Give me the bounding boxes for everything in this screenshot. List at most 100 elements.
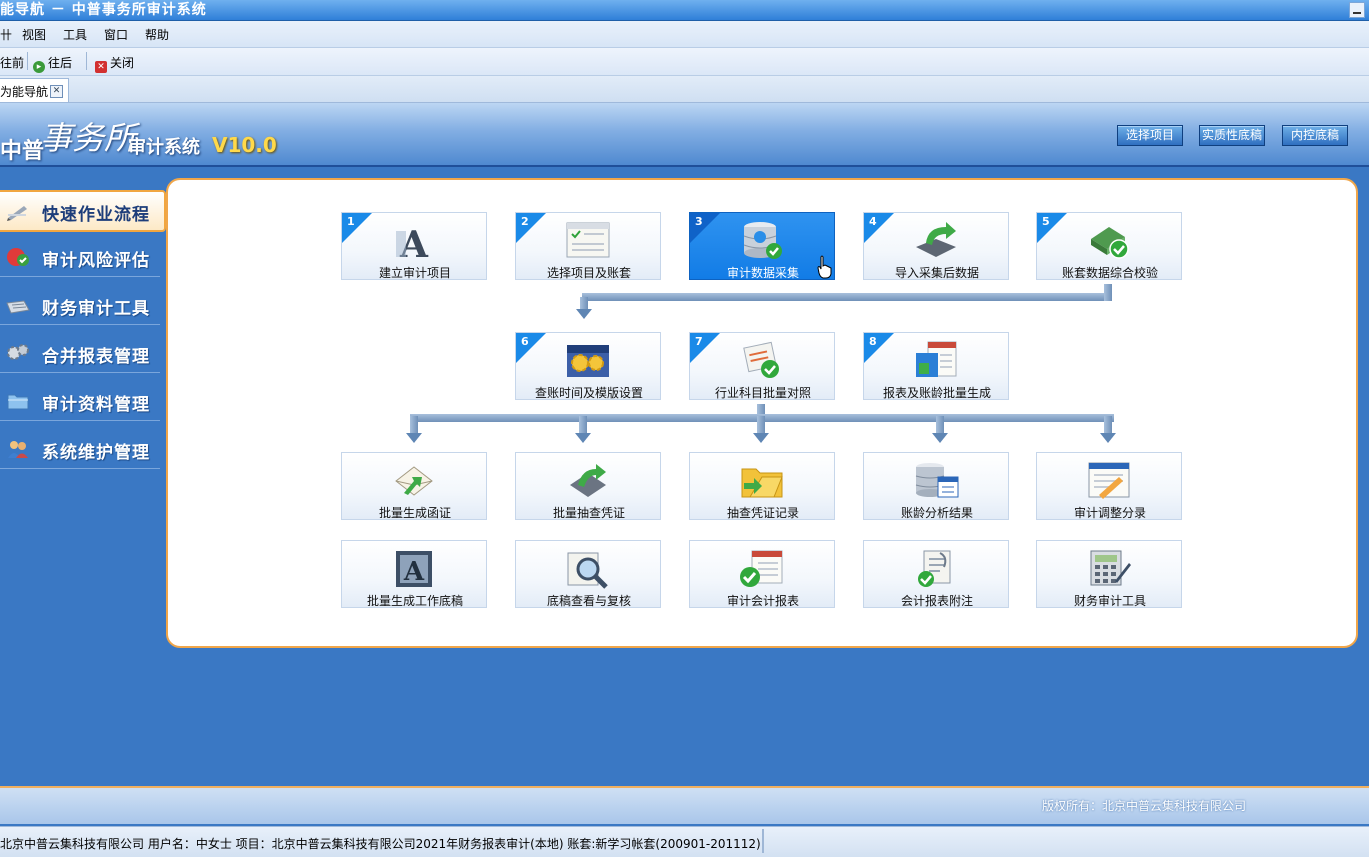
step-number: 1 <box>347 215 355 228</box>
flow-arrow <box>932 433 948 443</box>
flow-connector <box>1104 284 1112 301</box>
back-button[interactable]: 往前 <box>0 54 24 71</box>
flow-connector <box>410 416 418 433</box>
sidebar-item-consolidated-reports[interactable]: 合并报表管理 <box>0 334 160 373</box>
step-label: 行业科目批量对照 <box>714 386 811 400</box>
gears-icon <box>7 344 29 360</box>
status-bar: 北京中普云集科技有限公司 用户名：中女士 项目：北京中普云集科技有限公司2021… <box>0 826 1369 857</box>
flow-arrow <box>753 433 769 443</box>
forward-label: 往后 <box>48 56 73 70</box>
window-title: 能导航 － 中普事务所审计系统 <box>0 2 207 18</box>
tool-review-workpapers[interactable]: 底稿查看与复核 <box>515 540 661 608</box>
logo-zhongpu: 中普 <box>0 138 45 164</box>
flow-arrow <box>1100 433 1116 443</box>
tool-label: 账龄分析结果 <box>900 506 973 520</box>
tool-label: 批量生成函证 <box>378 506 451 520</box>
sidebar-item-audit-materials[interactable]: 审计资料管理 <box>0 382 160 421</box>
toolbar-separator <box>27 52 28 70</box>
tool-label: 批量抽查凭证 <box>552 506 625 520</box>
menu-tools[interactable]: 工具 <box>63 26 87 43</box>
calculator-icon <box>1090 550 1131 586</box>
tool-label: 批量生成工作底稿 <box>366 594 463 608</box>
step-4-import-data[interactable]: 4 导入采集后数据 <box>863 212 1009 280</box>
step-number: 2 <box>521 215 529 228</box>
hand-cursor-icon <box>817 255 832 279</box>
menu-help[interactable]: 帮助 <box>145 26 169 43</box>
flow-connector <box>936 416 944 433</box>
keyboard-icon <box>6 300 30 314</box>
step-number: 6 <box>521 335 529 348</box>
menu-window[interactable]: 窗口 <box>104 26 128 43</box>
step-2-select-project-account[interactable]: 2 选择项目及账套 <box>515 212 661 280</box>
tool-audit-adjustments[interactable]: 审计调整分录 <box>1036 452 1182 520</box>
status-text: 北京中普云集科技有限公司 用户名：中女士 项目：北京中普云集科技有限公司2021… <box>0 837 761 851</box>
step-label: 选择项目及账套 <box>546 266 631 280</box>
forward-button[interactable]: ▸ 往后 <box>33 54 72 73</box>
tab-close-icon[interactable]: ✕ <box>50 85 63 98</box>
step-7-industry-account-mapping[interactable]: 7 行业科目批量对照 <box>689 332 835 400</box>
tool-label: 财务审计工具 <box>1073 594 1146 608</box>
step-label: 审计数据采集 <box>726 266 799 280</box>
sidebar-item-financial-tools[interactable]: 财务审计工具 <box>0 286 160 325</box>
copyright-text: 版权所有：北京中普云集科技有限公司 <box>1042 799 1247 813</box>
step-number: 4 <box>869 215 877 228</box>
tool-audit-statements[interactable]: 审计会计报表 <box>689 540 835 608</box>
sidebar-label: 审计资料管理 <box>42 395 150 415</box>
minimize-button[interactable] <box>1349 2 1365 18</box>
tool-label: 底稿查看与复核 <box>546 594 631 608</box>
tool-aging-analysis[interactable]: 账龄分析结果 <box>863 452 1009 520</box>
select-project-button[interactable]: 选择项目 <box>1117 125 1183 146</box>
step-1-create-project[interactable]: 1 A 建立审计项目 <box>341 212 487 280</box>
check-window-icon <box>740 550 783 587</box>
tool-financial-audit-tools[interactable]: 财务审计工具 <box>1036 540 1182 608</box>
title-bar: 能导航 － 中普事务所审计系统 <box>0 0 1369 21</box>
tool-statement-notes[interactable]: 会计报表附注 <box>863 540 1009 608</box>
book-a-icon: A <box>396 551 432 587</box>
tool-label: 审计调整分录 <box>1073 506 1146 520</box>
flow-connector <box>580 297 588 309</box>
tool-generate-confirmations[interactable]: 批量生成函证 <box>341 452 487 520</box>
database-table-icon <box>915 463 959 498</box>
notes-check-icon <box>918 550 951 587</box>
tool-voucher-check-records[interactable]: 抽查凭证记录 <box>689 452 835 520</box>
menu-bar: 卄 视图 工具 窗口 帮助 <box>0 21 1369 48</box>
step-6-time-template-settings[interactable]: 6 查账时间及模版设置 <box>515 332 661 400</box>
tool-label: 抽查凭证记录 <box>726 506 799 520</box>
magnifier-icon <box>567 552 608 589</box>
logo-version: V10.0 <box>212 133 277 157</box>
internal-control-workpaper-button[interactable]: 内控底稿 <box>1282 125 1348 146</box>
tool-batch-check-vouchers[interactable]: 批量抽查凭证 <box>515 452 661 520</box>
close-button[interactable]: ✕ 关闭 <box>95 54 134 73</box>
tool-generate-workpapers[interactable]: A 批量生成工作底稿 <box>341 540 487 608</box>
letter-a-icon: A <box>396 224 429 261</box>
folder-arrow-icon <box>741 468 783 498</box>
sidebar-item-quick-workflow[interactable]: 快速作业流程 <box>0 190 166 232</box>
logo-system: 审计系统 <box>128 137 200 158</box>
sidebar-item-risk-assessment[interactable]: 审计风险评估 <box>0 238 160 277</box>
substantive-workpaper-button[interactable]: 实质性底稿 <box>1199 125 1265 146</box>
step-3-data-collection[interactable]: 3 审计数据采集 <box>689 212 835 280</box>
sidebar-item-system-maintenance[interactable]: 系统维护管理 <box>0 430 160 469</box>
flow-connector <box>582 293 1112 301</box>
menu-view[interactable]: 视图 <box>22 26 46 43</box>
step-8-report-aging-generate[interactable]: 8 报表及账龄批量生成 <box>863 332 1009 400</box>
flow-connector <box>579 416 587 433</box>
toolbar-separator <box>86 52 87 70</box>
tab-function-nav[interactable]: 为能导航 ✕ <box>0 78 69 102</box>
envelope-arrow-icon <box>395 466 433 496</box>
flow-arrow <box>406 433 422 443</box>
report-window-icon <box>916 341 957 377</box>
step-label: 查账时间及模版设置 <box>534 386 643 400</box>
tab-strip: 为能导航 ✕ <box>0 76 1369 103</box>
flow-connector <box>1104 416 1112 433</box>
risk-check-icon <box>7 248 29 266</box>
forward-icon: ▸ <box>33 61 45 73</box>
flow-arrow <box>576 309 592 319</box>
step-label: 账套数据综合校验 <box>1061 266 1158 280</box>
step-number: 3 <box>695 215 703 228</box>
step-5-comprehensive-check[interactable]: 5 账套数据综合校验 <box>1036 212 1182 280</box>
import-arrow-icon <box>916 222 956 257</box>
step-label: 建立审计项目 <box>378 266 451 280</box>
tab-label: 为能导航 <box>0 85 49 99</box>
menu-file[interactable]: 卄 <box>0 26 12 43</box>
